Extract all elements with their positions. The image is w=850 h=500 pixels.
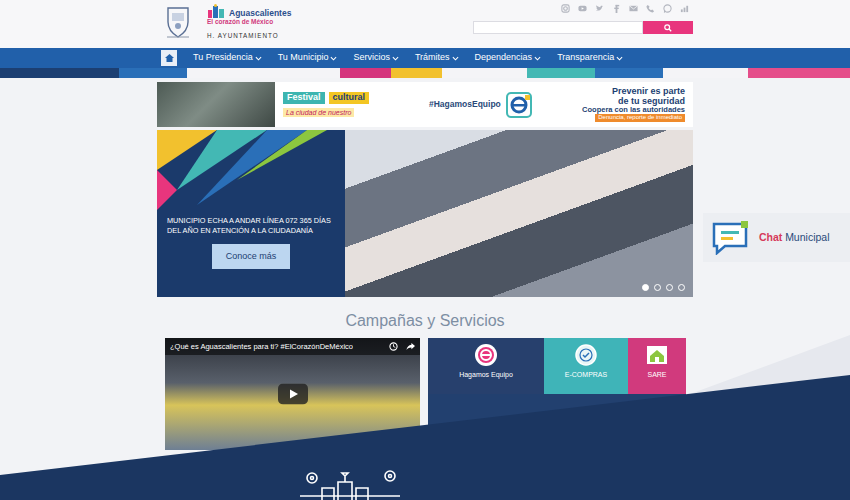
house-icon <box>645 343 669 367</box>
video-title: ¿Qué es Aguascalientes para ti? #ElCoraz… <box>170 341 353 352</box>
campaign-logo-icon <box>505 91 533 119</box>
chat-widget[interactable]: Chat Municipal <box>703 213 850 262</box>
triangles-icon <box>157 130 345 216</box>
logo-org: H. AYUNTAMIENTO <box>207 32 291 40</box>
security-headline-2: de tu seguridad <box>618 97 685 106</box>
nav-label: Transparencia <box>557 51 614 65</box>
mail-icon[interactable] <box>629 4 638 13</box>
chevron-down-icon <box>452 56 459 61</box>
share-icon[interactable] <box>406 342 415 351</box>
carousel-indicator[interactable] <box>642 284 649 291</box>
nav-item[interactable]: Transparencia <box>557 51 623 65</box>
twitter-icon[interactable] <box>595 4 604 13</box>
whatsapp-icon[interactable] <box>663 4 672 13</box>
chat-icon <box>711 221 749 255</box>
hashtag-block: #HagamosEquipo <box>425 82 537 127</box>
festival-title: Festival <box>283 92 325 104</box>
carousel-indicators <box>642 284 685 291</box>
nav-item[interactable]: Servicios <box>353 51 399 65</box>
carousel-caption: MUNICIPIO ECHA A ANDAR LÍNEA 072 365 DÍA… <box>157 216 345 236</box>
site-logo[interactable]: Aguascalientes El corazón de México H. A… <box>157 0 291 40</box>
nav-item[interactable]: Tu Presidencia <box>193 51 262 65</box>
promo-banner[interactable]: Festival cultural La ciudad de nuestro #… <box>157 82 693 127</box>
carousel-indicator[interactable] <box>666 284 673 291</box>
news-carousel: MUNICIPIO ECHA A ANDAR LÍNEA 072 365 DÍA… <box>157 130 693 297</box>
service-tile[interactable]: Hagamos Equipo <box>428 338 544 394</box>
security-note: Denuncia, reporte de inmediato <box>595 114 685 121</box>
chevron-down-icon <box>534 56 541 61</box>
festival-tagline: La ciudad de nuestro <box>283 108 354 118</box>
seal-icon <box>574 343 598 367</box>
clock-icon[interactable] <box>389 342 398 351</box>
youtube-icon[interactable] <box>578 4 587 13</box>
carousel-indicator[interactable] <box>678 284 685 291</box>
search-bar <box>473 21 693 34</box>
security-cta: Coopera con las autoridades <box>582 106 685 114</box>
nav-item[interactable]: Tu Municipio <box>278 51 338 65</box>
nav-item[interactable]: Trámites <box>415 51 459 65</box>
carousel-indicator[interactable] <box>654 284 661 291</box>
magnifier-icon <box>664 24 672 32</box>
video-player[interactable]: ¿Qué es Aguascalientes para ti? #ElCoraz… <box>165 338 420 450</box>
chevron-down-icon <box>330 56 337 61</box>
search-input[interactable] <box>473 21 643 34</box>
color-stripe <box>0 68 850 78</box>
footer-logo-icon <box>300 471 400 500</box>
play-icon[interactable] <box>278 384 308 405</box>
section-title: Campañas y Servicios <box>0 311 850 330</box>
services-row: ¿Qué es Aguascalientes para ti? #ElCoraz… <box>157 338 693 450</box>
services-panel: Hagamos Equipo E-COMPRAS SARE <box>428 338 686 450</box>
nav-label: Servicios <box>353 51 390 65</box>
phone-icon[interactable] <box>646 4 655 13</box>
instagram-icon[interactable] <box>561 4 570 13</box>
search-button[interactable] <box>643 21 693 34</box>
security-block: Prevenir es parte de tu seguridad Cooper… <box>537 82 693 127</box>
site-header: Aguascalientes El corazón de México H. A… <box>0 0 850 48</box>
nav-label: Trámites <box>415 51 450 65</box>
home-icon <box>164 53 175 63</box>
service-label: SARE <box>647 370 666 381</box>
banner-photo <box>157 82 275 127</box>
service-label: Hagamos Equipo <box>459 370 513 381</box>
nav-label: Tu Municipio <box>278 51 329 65</box>
carousel-photo <box>345 130 693 297</box>
carousel-caption-panel: MUNICIPIO ECHA A ANDAR LÍNEA 072 365 DÍA… <box>157 130 345 297</box>
city-logo-icon <box>207 4 225 18</box>
home-link[interactable] <box>161 50 177 66</box>
chevron-down-icon <box>392 56 399 61</box>
main-nav: Tu Presidencia Tu Municipio Servicios Trámi… <box>0 48 850 68</box>
service-tile[interactable]: E-COMPRAS <box>544 338 628 394</box>
service-label: E-COMPRAS <box>565 370 607 381</box>
chevron-down-icon <box>616 56 623 61</box>
festival-subtitle: cultural <box>329 92 370 104</box>
nav-label: Dependencias <box>475 51 533 65</box>
festival-block: Festival cultural La ciudad de nuestro <box>275 82 425 127</box>
footer-overlay <box>0 0 850 500</box>
logo-subtitle: El corazón de México <box>207 18 291 26</box>
social-links <box>561 4 693 13</box>
hashtag: #HagamosEquipo <box>429 98 501 111</box>
nav-item[interactable]: Dependencias <box>475 51 542 65</box>
chevron-down-icon <box>255 56 262 61</box>
chat-label: Municipal <box>785 231 829 243</box>
learn-more-button[interactable]: Conoce más <box>212 244 291 270</box>
service-tile[interactable]: SARE <box>628 338 686 394</box>
facebook-icon[interactable] <box>612 4 621 13</box>
campaign-icon <box>474 343 498 367</box>
security-headline: Prevenir es parte <box>612 87 685 96</box>
logo-title: Aguascalientes <box>229 9 291 18</box>
chat-label-strong: Chat <box>759 231 782 243</box>
signal-icon[interactable] <box>680 4 689 13</box>
nav-label: Tu Presidencia <box>193 51 253 65</box>
coat-of-arms-icon <box>165 4 191 40</box>
